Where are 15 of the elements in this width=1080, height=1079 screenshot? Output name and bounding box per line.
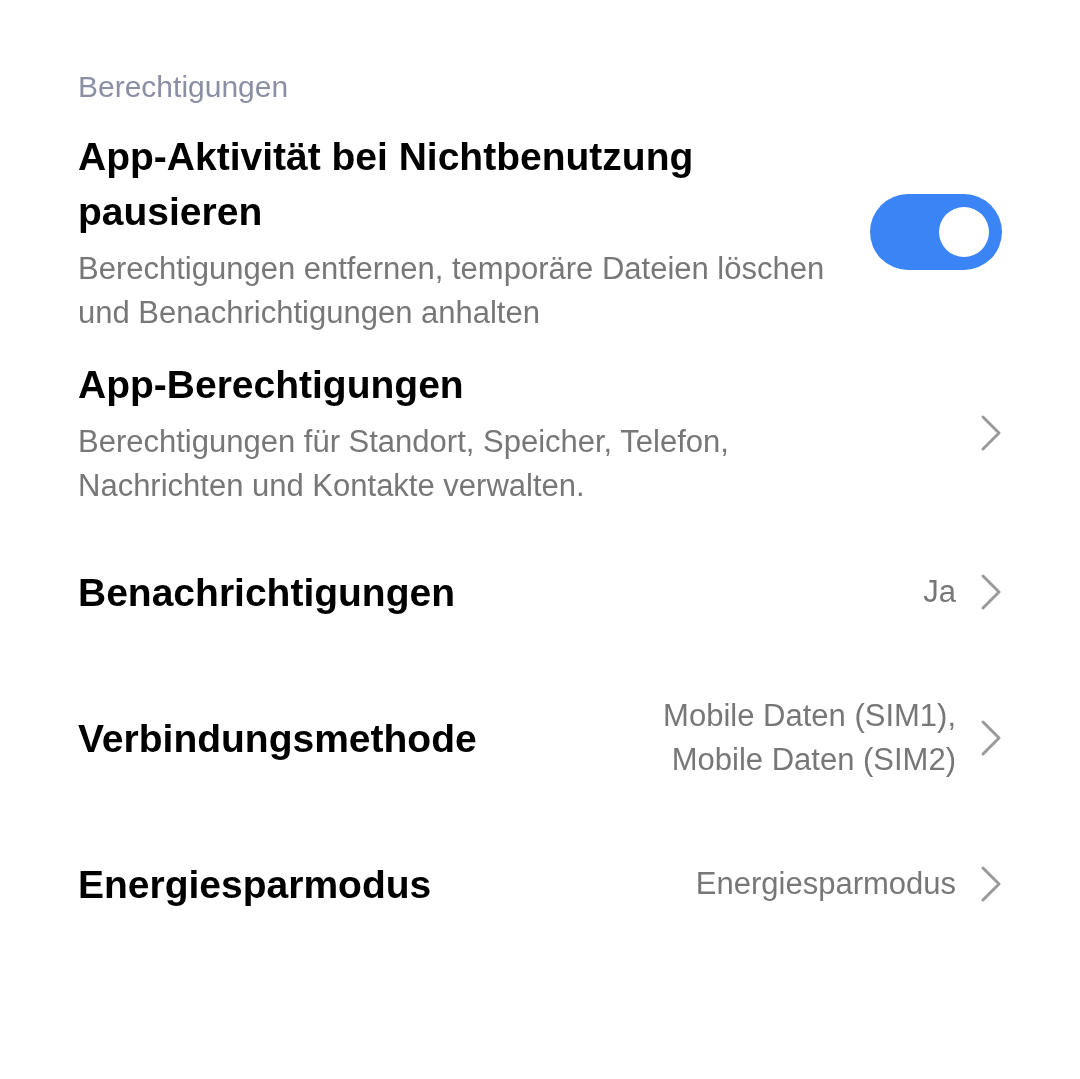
section-header: Berechtigungen <box>78 69 290 105</box>
setting-value: Mobile Daten (SIM1), Mobile Daten (SIM2) <box>662 697 956 779</box>
setting-title[interactable]: App-Berechtigungen <box>78 357 798 412</box>
setting-description: Berechtigungen entfernen, temporäre Dateien löschen und Benachrichtigungen anhalten <box>78 250 826 332</box>
setting-value: Ja <box>923 573 956 611</box>
chevron-right-icon <box>980 865 1002 903</box>
setting-title[interactable]: App-Aktivität bei Nichtbenutzung pausieren <box>78 129 798 239</box>
chevron-right-icon <box>980 719 1002 757</box>
chevron-right-icon <box>980 573 1002 611</box>
setting-value: Energiesparmodus <box>695 865 956 903</box>
setting-title[interactable]: Verbindungsmethode <box>78 710 508 766</box>
setting-title[interactable]: Benachrichtigungen <box>78 564 508 620</box>
setting-description: Berechtigungen für Standort, Speicher, Telefon, Nachrichten und Kontakte verwalten. <box>78 423 730 505</box>
chevron-right-icon <box>980 413 1002 452</box>
setting-title[interactable]: Energiesparmodus <box>78 856 508 912</box>
